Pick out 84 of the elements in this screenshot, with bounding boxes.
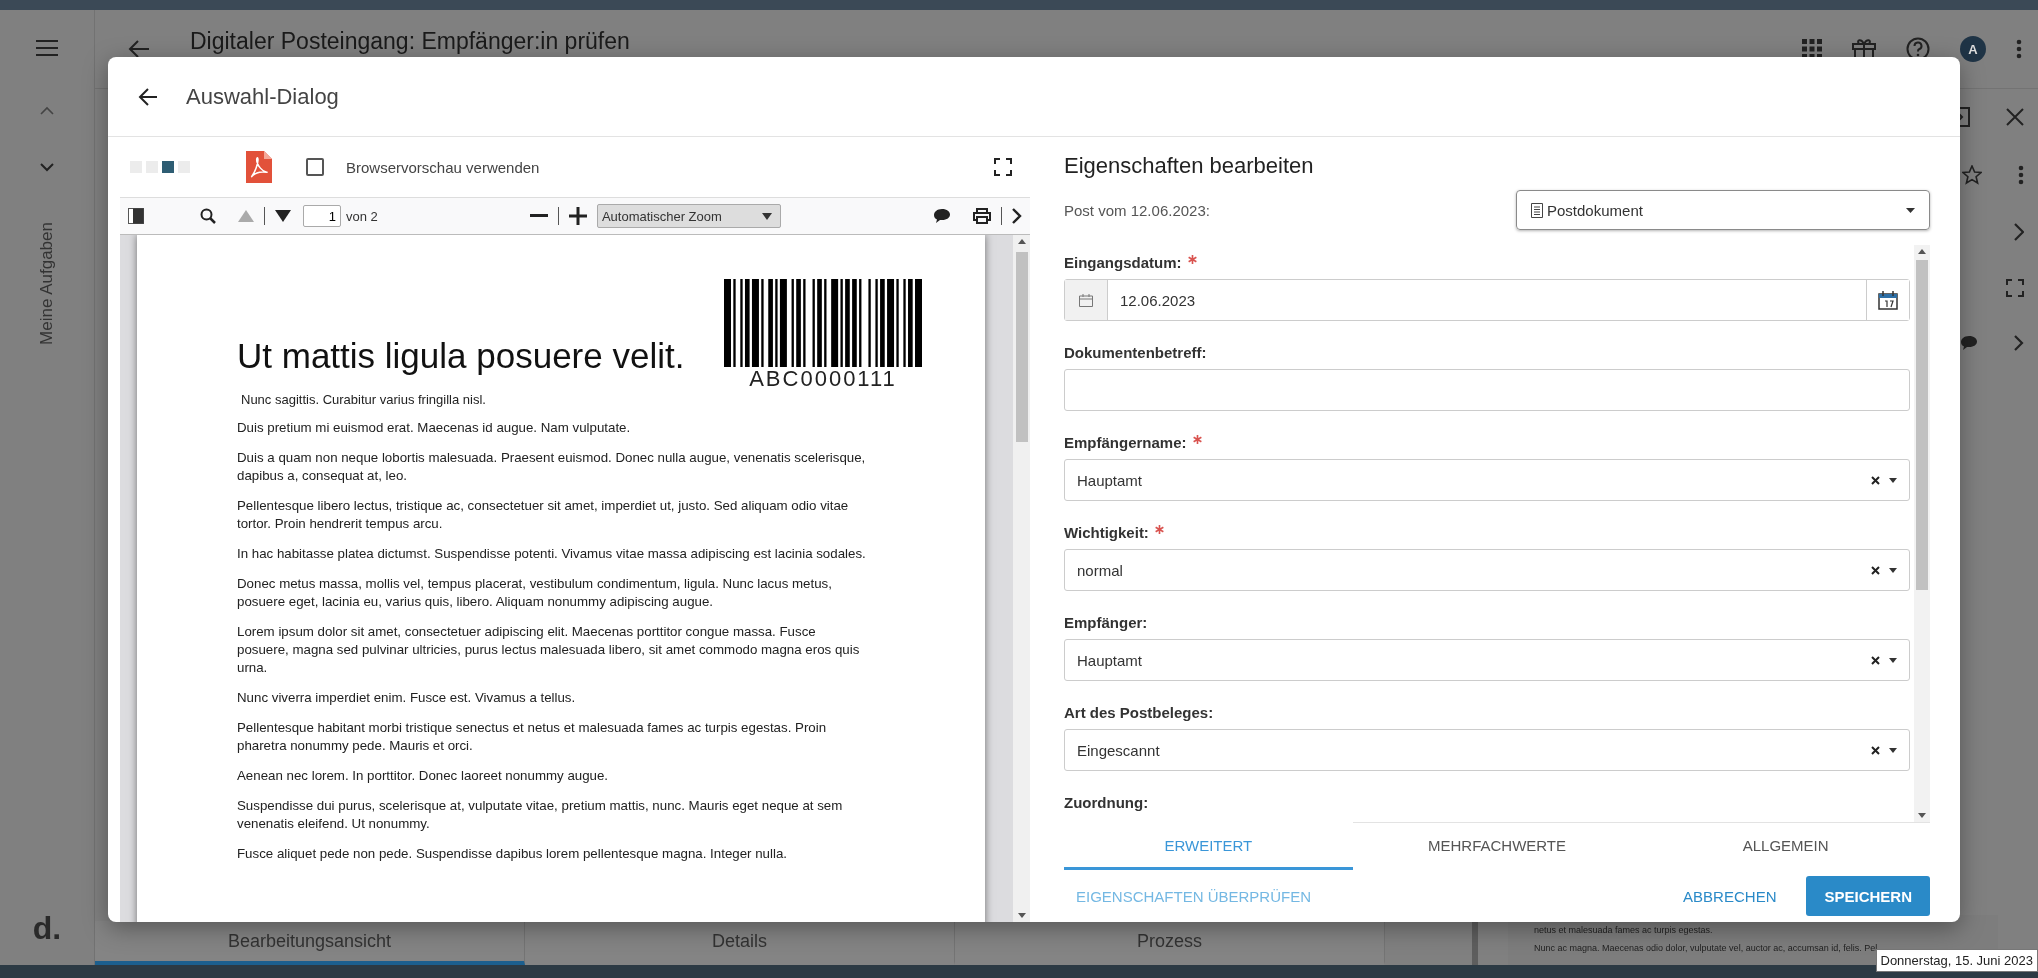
field-label: Zuordnung:: [1064, 793, 1149, 811]
document-heading: Ut mattis ligula posuere velit.: [237, 336, 685, 376]
scrollbar[interactable]: [1914, 245, 1930, 822]
checkbox[interactable]: [306, 158, 324, 176]
next-page-icon[interactable]: [275, 210, 291, 222]
logo: d.: [32, 910, 62, 947]
more-icon[interactable]: [2016, 39, 2022, 59]
save-button[interactable]: SPEICHERN: [1806, 876, 1930, 916]
page-number-field[interactable]: 1: [303, 205, 341, 227]
calendar-icon: [1079, 293, 1093, 307]
caret-icon: [1889, 567, 1897, 573]
clear-icon[interactable]: [1871, 475, 1880, 485]
gift-icon[interactable]: [1852, 38, 1876, 60]
caret-icon: [1906, 207, 1915, 213]
barcode-number: ABC0000111: [749, 368, 897, 390]
clear-icon[interactable]: [1871, 745, 1880, 755]
scroll-down-icon[interactable]: [1017, 913, 1026, 918]
paragraph: Duis a quam non neque lobortis malesuada. Praesent euismod. Donec nulla augue, venenatis scelerisque, dapibus a, consequat at, leo.: [237, 449, 867, 485]
search-icon[interactable]: [200, 208, 216, 224]
field-label: Art des Postbeleges:: [1064, 703, 1214, 721]
chevron-right-icon[interactable]: [1012, 208, 1022, 224]
field-label: Wichtigkeit:: [1064, 523, 1149, 541]
paragraph: Donec metus massa, mollis vel, tempus placerat, vestibulum condimentum, ligula. Nunc lacus metus, posuere eget, lacinia eu, varius quis, libero. Aliquam nonummy adipiscing augue.: [237, 575, 833, 611]
select-field[interactable]: normal: [1064, 549, 1910, 591]
paragraph: Pellentesque libero lectus, tristique ac, consectetuer sit amet, imperdiet ut, justo. Sed aliquam odio vitae tortor. Proin hendrerit tempus arcu.: [237, 497, 850, 533]
dialog-title: Auswahl-Dialog: [186, 83, 339, 110]
cancel-button[interactable]: ABBRECHEN: [1671, 876, 1789, 916]
paragraph: Duis pretium mi euismod erat. Maecenas id augue. Nam vulputate.: [237, 419, 632, 437]
zoom-select[interactable]: Automatischer Zoom: [596, 204, 781, 228]
zoom-in-icon[interactable]: [568, 207, 587, 225]
select-field[interactable]: Hauptamt: [1064, 459, 1910, 501]
post-date-label: Post vom 12.06.2023:: [1064, 201, 1210, 219]
date-tooltip: Donnerstag, 15. Juni 2023: [1875, 949, 2038, 972]
scroll-thumb[interactable]: [1916, 260, 1928, 590]
clear-icon[interactable]: [1871, 565, 1880, 575]
scroll-up-icon[interactable]: [1017, 239, 1026, 244]
scroll-up-icon[interactable]: [1918, 249, 1926, 254]
more-icon[interactable]: [2018, 165, 2024, 185]
calendar-icon[interactable]: [1878, 290, 1898, 310]
star-icon[interactable]: [1962, 165, 1982, 185]
document-subtitle: Nunc sagittis. Curabitur varius fringilla nisl.: [241, 392, 487, 407]
back-icon[interactable]: [138, 87, 158, 106]
document-text: netus et malesuada fames ac turpis egestas.: [1534, 925, 1714, 935]
paragraph: Lorem ipsum dolor sit amet, consectetuer adipiscing elit. Maecenas porttitor congue massa. Fusce posuere, magna sed pulvinar ultricies, purus lectus malesuada libero, sit amet commodo magna eros quis urna.: [237, 623, 861, 677]
caret-icon: [1889, 657, 1897, 663]
date-field[interactable]: 12.06.2023: [1064, 279, 1910, 321]
checkbox-label[interactable]: Browservorschau verwenden: [346, 158, 540, 176]
caret-icon: [1889, 477, 1897, 483]
scrollbar[interactable]: [1013, 235, 1030, 922]
close-icon[interactable]: [2006, 108, 2024, 126]
chevron-up-icon[interactable]: [40, 106, 54, 115]
field-label: Empfängername:: [1064, 433, 1187, 451]
caret-icon: [761, 212, 772, 220]
paragraph: Pellentesque habitant morbi tristique senectus et netus et malesuada fames ac turpis egestas. Proin pharetra nonummy pede. Mauris et orci.: [237, 719, 828, 755]
sidebar-toggle-icon[interactable]: [128, 208, 144, 224]
paragraph: In hac habitasse platea dictumst. Suspendisse potenti. Vivamus vitae massa adipiscing est lacinia sodales.: [237, 545, 867, 563]
select-field[interactable]: Hauptamt: [1064, 639, 1910, 681]
pdf-file-icon[interactable]: [246, 151, 272, 183]
scroll-down-icon[interactable]: [1918, 813, 1926, 818]
caret-icon: [1889, 747, 1897, 753]
fullscreen-icon[interactable]: [994, 158, 1012, 176]
avatar[interactable]: A: [1960, 36, 1986, 62]
paragraph: Aenean nec lorem. In porttitor. Donec laoreet nonummy augue.: [237, 767, 610, 785]
menu-icon[interactable]: [36, 40, 58, 56]
field-label: Empfänger:: [1064, 613, 1148, 631]
comment-icon[interactable]: [933, 208, 951, 224]
panel-heading: Eigenschaften bearbeiten: [1064, 153, 1315, 180]
paragraph: Fusce aliquet pede non pede. Suspendisse dapibus lorem pellentesque magna. Integer nulla.: [237, 845, 788, 863]
text-field[interactable]: [1064, 369, 1910, 411]
document-type-select[interactable]: Postdokument: [1516, 190, 1930, 230]
page-title: Digitaler Posteingang: Empfänger:in prüfen: [190, 27, 630, 55]
document-icon: [1531, 202, 1543, 218]
zoom-out-icon[interactable]: [529, 214, 548, 218]
print-icon[interactable]: [973, 208, 991, 224]
select-field[interactable]: Eingescannt: [1064, 729, 1910, 771]
field-label: Eingangsdatum:: [1064, 253, 1182, 271]
scroll-thumb[interactable]: [1015, 252, 1028, 442]
chevron-down-icon[interactable]: [40, 163, 54, 172]
paragraph: Nunc viverra imperdiet enim. Fusce est. Vivamus a tellus.: [237, 689, 577, 707]
field-label: Dokumentenbetreff:: [1064, 343, 1207, 361]
clear-icon[interactable]: [1871, 655, 1880, 665]
back-icon[interactable]: [128, 40, 150, 58]
page-count: von 2: [346, 208, 378, 224]
paragraph: Suspendisse dui purus, scelerisque at, vulputate vitae, pretium mattis, nunc. Mauris eget neque at sem venenatis eleifend. Ut nonummy.: [237, 797, 844, 833]
